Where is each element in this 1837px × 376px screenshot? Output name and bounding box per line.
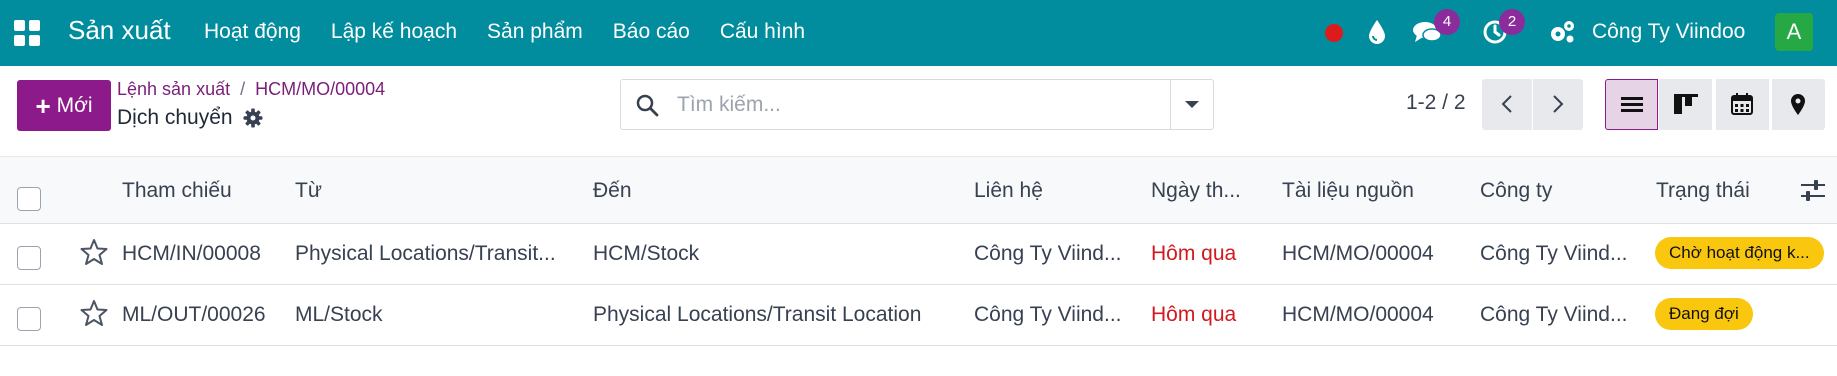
column-header-contact[interactable]: Liên hệ [974,179,1043,203]
cell-from: Physical Locations/Transit... [295,242,556,265]
status-badge: Chờ hoạt động k... [1655,237,1824,269]
table-row[interactable]: HCM/IN/00008 Physical Locations/Transit.… [0,224,1837,285]
page-title: Dịch chuyển [117,106,263,130]
page-title-label: Dịch chuyển [117,106,233,129]
column-settings-icon[interactable] [1801,179,1825,203]
list-view-button[interactable] [1605,79,1658,130]
search-bar [620,79,1214,130]
apps-menu-icon[interactable] [14,20,40,46]
drop-icon[interactable] [1368,19,1386,45]
status-badge: Đang đợi [1655,298,1753,330]
column-header-status[interactable]: Trạng thái [1656,179,1750,203]
menu-item-configuration[interactable]: Cấu hình [720,20,805,44]
cell-date: Hôm qua [1151,242,1237,265]
menu-item-operations[interactable]: Hoạt động [204,20,301,44]
breadcrumb: Lệnh sản xuất / HCM/MO/00004 [117,79,385,100]
cell-to: Physical Locations/Transit Location [593,303,922,326]
chevron-right-icon [1553,95,1564,113]
cell-date: Hôm qua [1151,303,1237,326]
new-button-label: Mới [56,93,93,117]
search-options-toggle[interactable] [1170,80,1214,129]
star-icon[interactable] [79,299,109,327]
column-header-company[interactable]: Công ty [1480,179,1552,203]
cell-company: Công Ty Viind... [1480,303,1628,326]
map-pin-icon [1791,94,1805,115]
table-header: Tham chiếu Từ Đến Liên hệ Ngày th... Tài… [0,156,1837,224]
search-icon [636,94,659,117]
row-checkbox[interactable] [17,246,41,270]
top-navbar: Sản xuất Hoạt động Lập kế hoạch Sản phẩm… [0,0,1837,66]
column-header-to[interactable]: Đến [593,179,632,203]
column-header-reference[interactable]: Tham chiếu [122,179,232,203]
column-header-from[interactable]: Từ [295,179,322,203]
cell-to: HCM/Stock [593,242,700,265]
breadcrumb-item-mo[interactable]: HCM/MO/00004 [255,79,385,99]
activity-count-badge: 2 [1499,9,1525,35]
calendar-view-button[interactable] [1716,79,1769,130]
menu-item-products[interactable]: Sản phẩm [487,20,583,44]
breadcrumb-item-manufacturing-orders[interactable]: Lệnh sản xuất [117,79,230,99]
cell-company: Công Ty Viind... [1480,242,1628,265]
gear-icon[interactable] [243,108,263,128]
chat-count-badge: 4 [1434,9,1460,35]
cell-source-document: HCM/MO/00004 [1282,303,1434,326]
select-all-checkbox[interactable] [17,187,41,211]
pager-next-button[interactable] [1533,79,1583,130]
plus-icon: + [35,90,51,121]
kanban-view-button[interactable] [1659,79,1712,130]
column-header-source-document[interactable]: Tài liệu nguồn [1282,179,1414,203]
cell-contact: Công Ty Viind... [974,242,1122,265]
star-icon[interactable] [79,238,109,266]
calendar-icon [1731,93,1753,115]
app-title[interactable]: Sản xuất [68,15,171,46]
pager-previous-button[interactable] [1482,79,1532,130]
map-view-button[interactable] [1772,79,1825,130]
search-input[interactable] [677,80,1077,129]
menu-item-reporting[interactable]: Báo cáo [613,20,690,44]
user-avatar[interactable]: A [1775,13,1813,51]
main-menu: Hoạt động Lập kế hoạch Sản phẩm Báo cáo … [204,20,835,44]
cell-from: ML/Stock [295,303,383,326]
kanban-icon [1674,94,1698,114]
menu-item-planning[interactable]: Lập kế hoạch [331,20,457,44]
chevron-left-icon [1501,95,1512,113]
pager-value[interactable]: 1-2 / 2 [1406,91,1466,115]
cell-reference: HCM/IN/00008 [122,242,261,265]
company-switcher[interactable]: Công Ty Viindoo [1592,20,1745,44]
breadcrumb-separator: / [240,79,246,99]
cell-source-document: HCM/MO/00004 [1282,242,1434,265]
gears-icon[interactable] [1548,19,1576,45]
new-button[interactable]: + Mới [17,80,111,131]
record-dot-icon[interactable] [1325,24,1343,42]
row-checkbox[interactable] [17,307,41,331]
cell-contact: Công Ty Viind... [974,303,1122,326]
cell-reference: ML/OUT/00026 [122,303,266,326]
list-icon [1621,97,1643,112]
table-row[interactable]: ML/OUT/00026 ML/Stock Physical Locations… [0,285,1837,346]
column-header-date[interactable]: Ngày th... [1151,179,1241,203]
